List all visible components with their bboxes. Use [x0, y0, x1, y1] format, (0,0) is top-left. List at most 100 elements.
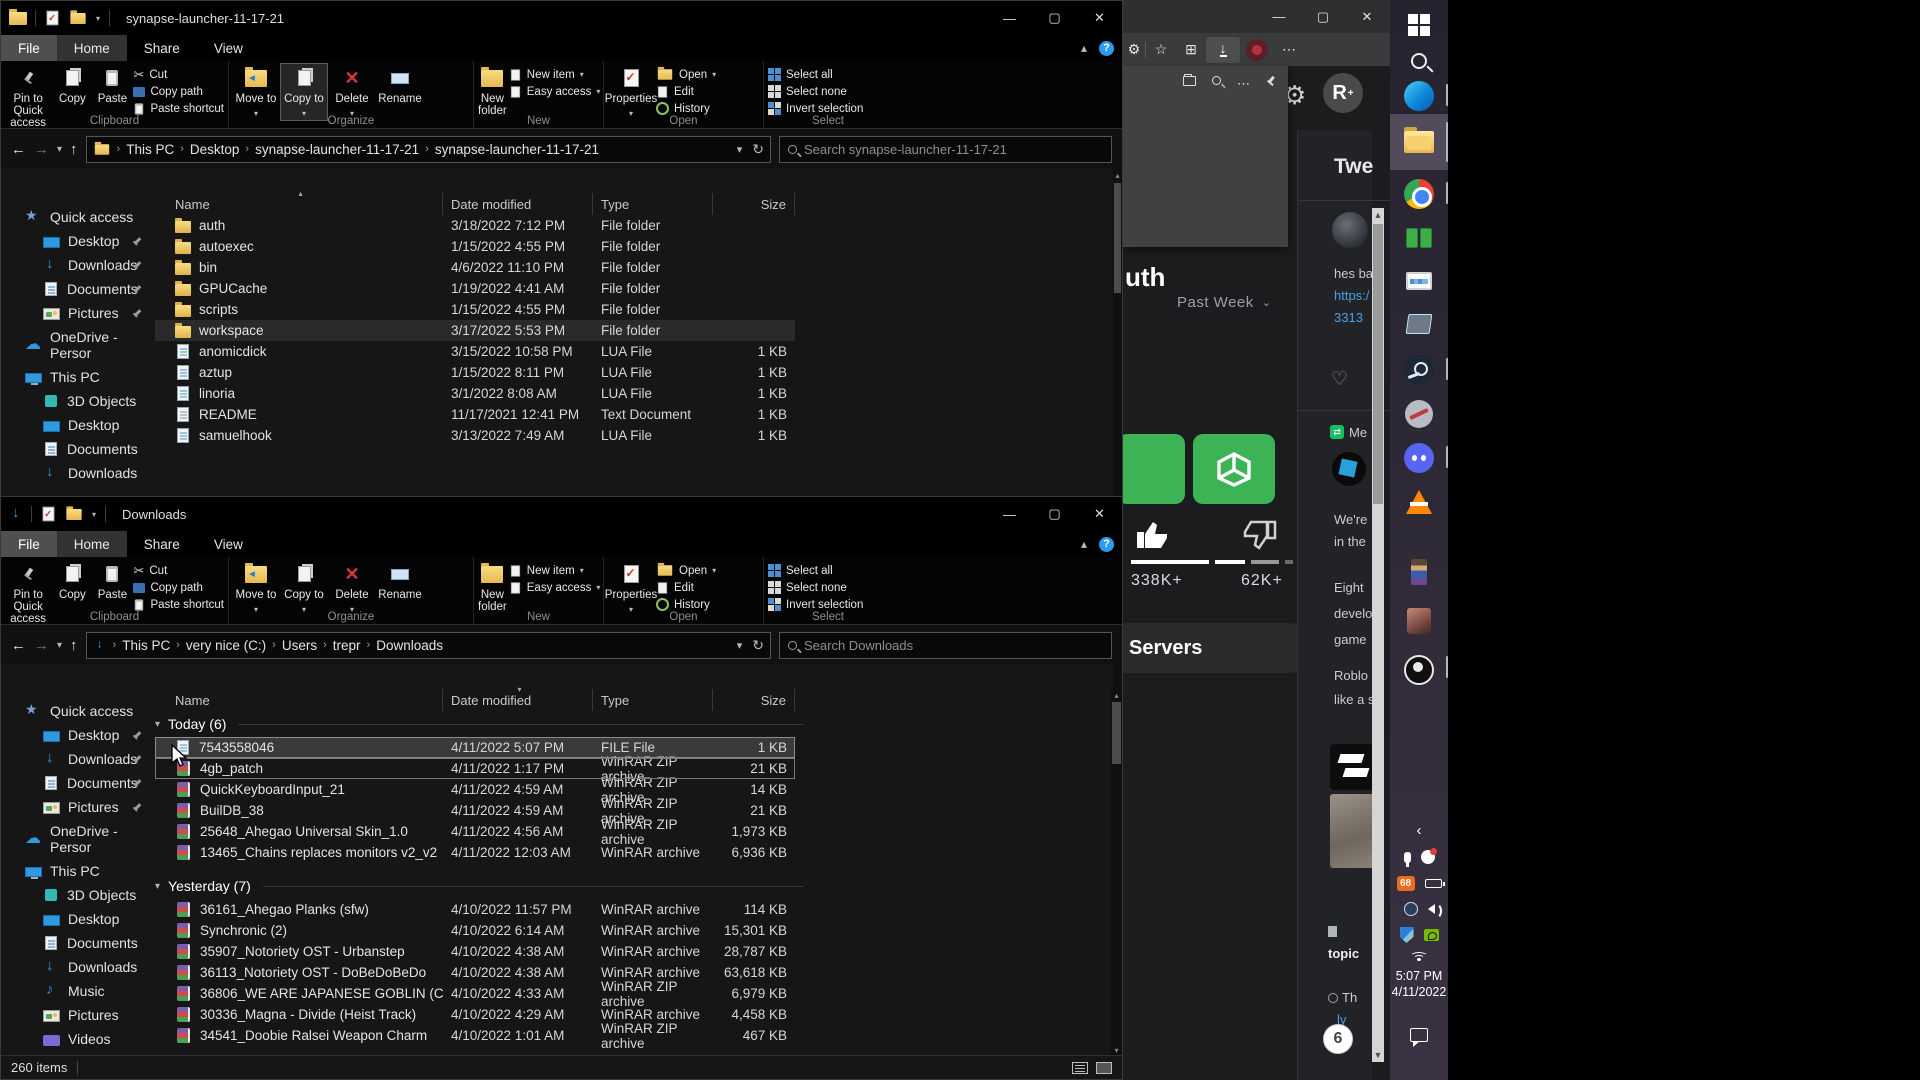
minimize-button[interactable]: —	[987, 1, 1032, 35]
browser-minimize-button[interactable]: —	[1257, 0, 1301, 33]
browser-close-button[interactable]: ✕	[1345, 0, 1389, 33]
play-button[interactable]	[1117, 434, 1185, 504]
profile-avatar[interactable]	[1246, 39, 1268, 61]
edit-button[interactable]: Edit	[656, 580, 716, 595]
search-downloads-icon[interactable]	[1212, 76, 1221, 85]
large-icons-view-icon[interactable]	[1096, 1062, 1112, 1074]
column-header-name[interactable]: Name	[155, 689, 443, 711]
maximize-button[interactable]: ▢	[1032, 497, 1077, 531]
sidebar-item[interactable]: Music	[1, 979, 149, 1003]
column-header-type[interactable]: Type	[593, 193, 713, 215]
edit-button[interactable]: Edit	[656, 84, 716, 99]
favorites-icon[interactable]: ☆	[1146, 41, 1176, 58]
steam-tray-icon[interactable]	[1404, 902, 1418, 916]
new-folder-button[interactable]: New folder	[478, 560, 507, 613]
titlebar[interactable]: ▾ Downloads — ▢ ✕	[1, 497, 1122, 531]
tweet-image[interactable]	[1330, 744, 1374, 790]
select-all-button[interactable]: Select all	[768, 563, 863, 578]
properties-qat-icon[interactable]	[43, 507, 55, 521]
tab-view[interactable]: View	[197, 35, 260, 61]
sidebar-item[interactable]: Desktop	[1, 229, 149, 253]
tweet-link[interactable]: https:/	[1334, 288, 1369, 303]
discord-tray-icon[interactable]	[1421, 850, 1435, 864]
file-row[interactable]: aztup 1/15/2022 8:11 PM LUA File 1 KB	[155, 362, 795, 383]
file-row[interactable]: linoria 3/1/2022 8:08 AM LUA File 1 KB	[155, 383, 795, 404]
cut-button[interactable]: ✂Cut	[133, 67, 224, 82]
group-collapse-icon[interactable]: ▾	[155, 881, 160, 892]
sidebar-item[interactable]: This PC	[1, 859, 149, 883]
delete-button[interactable]: ✕Delete▾	[329, 560, 375, 616]
sidebar-item[interactable]: 3D Objects	[1, 389, 149, 413]
tweet-author-avatar[interactable]	[1332, 212, 1368, 248]
forward-icon[interactable]: →	[34, 637, 49, 654]
properties-button[interactable]: Properties▾	[608, 560, 654, 616]
forward-icon[interactable]: →	[34, 141, 49, 158]
sidebar-item[interactable]: Downloads	[1, 253, 149, 277]
open-button[interactable]: Open▾	[656, 563, 716, 578]
qat-dropdown-icon[interactable]: ▾	[96, 14, 100, 23]
taskbar-search-button[interactable]	[1390, 46, 1448, 76]
breadcrumb-item[interactable]: synapse-launcher-11-17-21	[435, 142, 599, 157]
column-header-size[interactable]: Size	[713, 193, 795, 215]
back-icon[interactable]: ←	[11, 637, 26, 654]
sidebar-item[interactable]: Documents	[1, 277, 149, 301]
settings-menu-icon[interactable]: ⋯	[1274, 41, 1304, 58]
properties-button[interactable]: Properties▾	[608, 64, 654, 120]
tab-share[interactable]: Share	[127, 35, 197, 61]
new-item-button[interactable]: New item▾	[509, 67, 601, 82]
like-heart-icon[interactable]: ♡	[1331, 368, 1348, 391]
search-input[interactable]: Search synapse-launcher-11-17-21	[779, 136, 1112, 163]
tab-file[interactable]: File	[1, 531, 57, 557]
invert-selection-button[interactable]: Invert selection	[768, 101, 863, 116]
file-row[interactable]: 35907_Notoriety OST - Urbanstep 4/10/202…	[155, 941, 795, 962]
file-row[interactable]: scripts 1/15/2022 4:55 PM File folder	[155, 299, 795, 320]
qat-dropdown-icon[interactable]: ▾	[92, 510, 96, 519]
sidebar-item[interactable]: Downloads	[1, 747, 149, 771]
tab-view[interactable]: View	[197, 531, 260, 557]
thumbs-down-icon[interactable]	[1241, 518, 1281, 554]
browser-titlebar[interactable]: — ▢ ✕	[1123, 0, 1390, 33]
past-week-dropdown[interactable]: Past Week⌄	[1177, 294, 1271, 311]
breadcrumb[interactable]: ›This PC ›very nice (C:) ›Users ›trepr ›…	[86, 632, 771, 659]
minimize-button[interactable]: —	[987, 497, 1032, 531]
paste-button[interactable]: Paste	[93, 560, 131, 601]
speaker-tray-icon[interactable]	[1428, 904, 1435, 914]
copy-button[interactable]: Copy	[53, 64, 91, 105]
select-all-button[interactable]: Select all	[768, 67, 863, 82]
battery-tray-icon[interactable]	[1425, 879, 1442, 888]
wifi-tray-icon[interactable]	[1390, 946, 1448, 964]
chat-notification-badge[interactable]: 6	[1323, 1024, 1353, 1054]
new-folder-qat-icon[interactable]	[70, 12, 85, 23]
file-row[interactable]: workspace 3/17/2022 5:53 PM File folder	[155, 320, 795, 341]
copy-to-button[interactable]: Copy to▾	[281, 560, 327, 616]
recent-locations-icon[interactable]: ▾	[57, 640, 62, 651]
details-view-icon[interactable]	[1072, 1062, 1088, 1074]
pin-icon[interactable]	[1266, 76, 1276, 86]
breadcrumb[interactable]: ›This PC ›Desktop ›synapse-launcher-11-1…	[86, 136, 771, 163]
taskbar-file-explorer-button[interactable]	[1390, 114, 1448, 170]
sidebar-item[interactable]: Videos	[1, 1027, 149, 1051]
copy-path-button[interactable]: Copy path	[133, 580, 224, 595]
rename-button[interactable]: Rename	[377, 560, 423, 601]
titlebar[interactable]: ▾ synapse-launcher-11-17-21 — ▢ ✕	[1, 1, 1122, 35]
address-dropdown-icon[interactable]: ▾	[737, 143, 743, 156]
new-item-button[interactable]: New item▾	[509, 563, 601, 578]
move-to-button[interactable]: ◄Move to▾	[233, 560, 279, 616]
taskbar-vlc-button[interactable]	[1390, 482, 1448, 522]
defender-tray-icon[interactable]	[1400, 927, 1414, 943]
maximize-button[interactable]: ▢	[1032, 1, 1077, 35]
sidebar-item[interactable]: Quick access	[1, 699, 149, 723]
select-none-button[interactable]: Select none	[768, 580, 863, 595]
temperature-tray-badge[interactable]: 68	[1397, 876, 1415, 891]
sidebar-item[interactable]: This PC	[1, 365, 149, 389]
column-header-name[interactable]: ▴Name	[155, 193, 443, 215]
taskbar-glass-app-button[interactable]	[1390, 304, 1448, 344]
paste-shortcut-button[interactable]: Paste shortcut	[133, 101, 224, 116]
sidebar-item[interactable]: Pictures	[1, 1003, 149, 1027]
taskbar-monitor-app-button[interactable]	[1390, 262, 1448, 300]
breadcrumb-item[interactable]: Downloads	[376, 638, 443, 653]
sidebar-item[interactable]: Desktop	[1, 723, 149, 747]
file-row[interactable]: auth 3/18/2022 7:12 PM File folder	[155, 215, 795, 236]
roblox-block-button[interactable]	[1193, 434, 1275, 504]
servers-tab-label[interactable]: Servers	[1129, 637, 1202, 660]
